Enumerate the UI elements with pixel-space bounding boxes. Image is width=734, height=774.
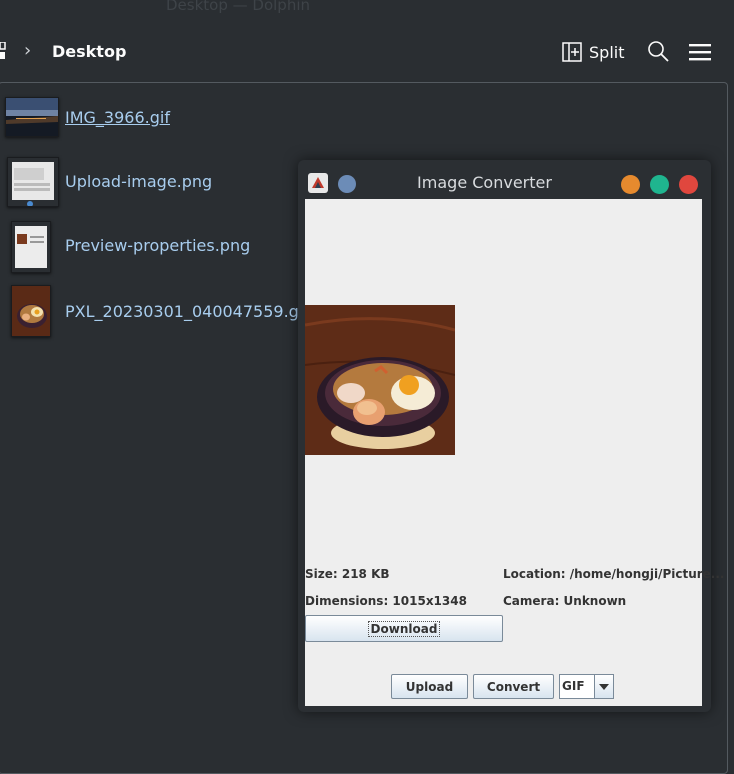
- image-preview: [305, 305, 455, 455]
- converter-title: Image Converter: [298, 173, 711, 192]
- file-item[interactable]: Upload-image.png: [0, 155, 299, 211]
- split-button[interactable]: Split: [562, 40, 624, 64]
- minimize-button[interactable]: [621, 175, 640, 194]
- file-item[interactable]: PXL_20230301_040047559.gif: [0, 283, 309, 339]
- file-thumbnail: [7, 157, 59, 207]
- upload-button[interactable]: Upload: [391, 674, 468, 699]
- split-label: Split: [589, 42, 625, 62]
- format-value: GIF: [562, 679, 585, 693]
- file-name: Upload-image.png: [65, 172, 213, 191]
- dimensions-label: Dimensions: 1015x1348: [305, 594, 467, 608]
- size-label: Size: 218 KB: [305, 567, 390, 581]
- window-titlebar: Desktop — Dolphin: [0, 0, 734, 20]
- download-button[interactable]: Download: [305, 615, 503, 642]
- upload-label: Upload: [405, 679, 454, 694]
- close-button[interactable]: [679, 175, 698, 194]
- download-label: Download: [367, 620, 441, 637]
- file-thumbnail: [11, 285, 51, 337]
- file-thumbnail: [11, 221, 51, 273]
- file-item[interactable]: Preview-properties.png: [0, 219, 299, 275]
- places-panel-icon[interactable]: [0, 42, 6, 60]
- file-name: Preview-properties.png: [65, 236, 251, 255]
- search-icon[interactable]: [647, 40, 669, 62]
- chevron-down-icon[interactable]: [594, 675, 613, 698]
- file-item[interactable]: IMG_3966.gif: [0, 91, 299, 147]
- image-converter-window[interactable]: Image Converter Size: 218 KB Location: /…: [298, 160, 724, 712]
- converter-title-text: Image Converter: [417, 173, 552, 192]
- location-label: Location: /home/hongji/Picture...: [503, 567, 725, 581]
- window-title: Desktop — Dolphin: [166, 0, 310, 14]
- converter-titlebar[interactable]: Image Converter: [298, 160, 711, 199]
- maximize-button[interactable]: [650, 175, 669, 194]
- convert-button[interactable]: Convert: [473, 674, 554, 699]
- file-name: PXL_20230301_040047559.gif: [65, 302, 309, 321]
- converter-content: Size: 218 KB Location: /home/hongji/Pict…: [305, 199, 724, 706]
- chevron-right-icon: ›: [24, 40, 32, 61]
- file-thumbnail: [5, 97, 59, 137]
- split-view-icon: [562, 42, 582, 62]
- camera-label: Camera: Unknown: [503, 594, 627, 608]
- convert-label: Convert: [486, 679, 541, 694]
- format-select[interactable]: GIF: [559, 674, 614, 699]
- breadcrumb-desktop[interactable]: Desktop: [52, 42, 126, 61]
- file-name: IMG_3966.gif: [65, 108, 170, 127]
- hamburger-menu-icon[interactable]: [689, 42, 711, 62]
